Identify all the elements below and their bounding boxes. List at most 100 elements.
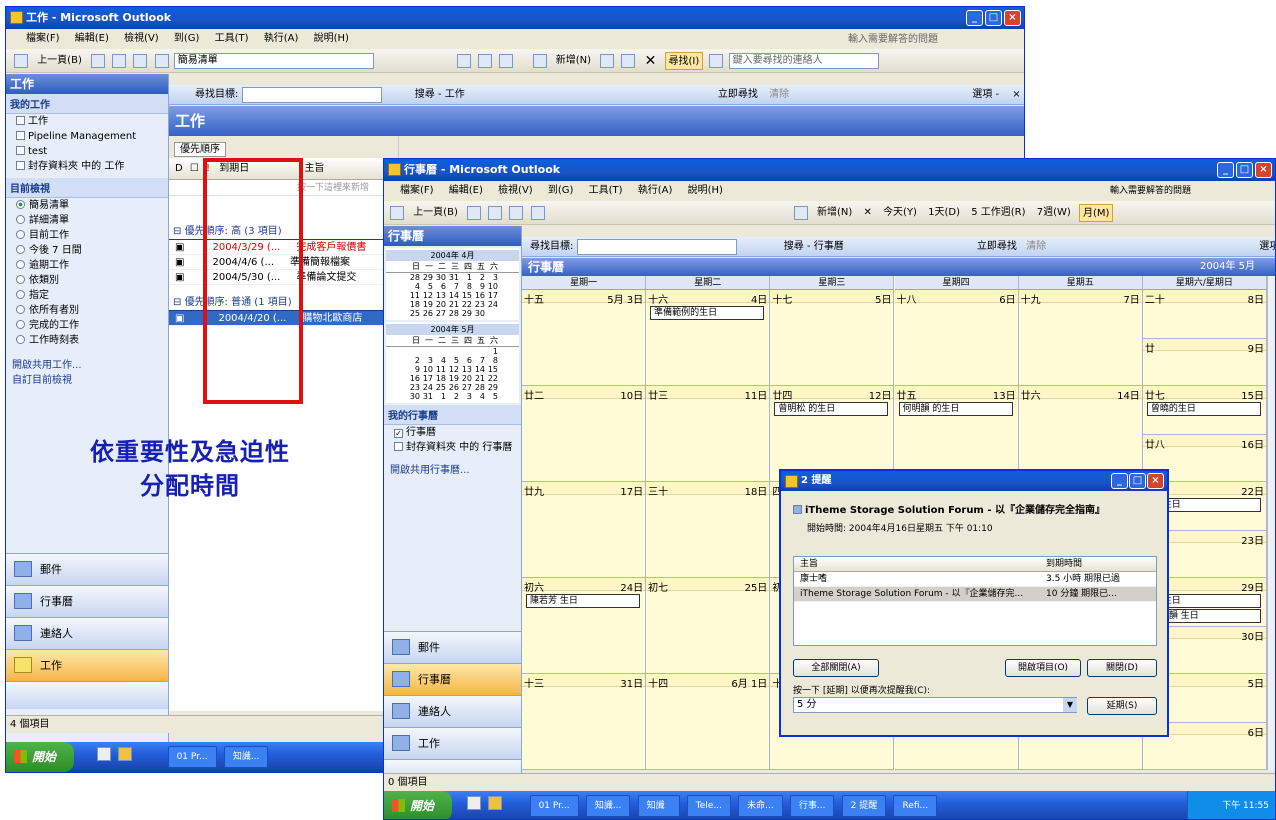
tasks-titlebar[interactable]: 工作 - Microsoft Outlook _ □ × bbox=[6, 7, 1024, 29]
find-input[interactable] bbox=[241, 87, 382, 103]
snooze-dropdown-arrow-icon[interactable]: ▼ bbox=[1063, 698, 1077, 712]
mini-cal-day[interactable]: 12 bbox=[446, 365, 459, 374]
mini-cal-day[interactable]: 10 bbox=[420, 365, 433, 374]
dialog-titlebar[interactable]: 2 提醒 _ □ × bbox=[781, 471, 1167, 491]
checkbox-checked-icon[interactable]: ✓ bbox=[394, 429, 403, 438]
move-icon[interactable] bbox=[621, 54, 636, 68]
search-in-dropdown[interactable]: 搜尋 - 行事曆 bbox=[784, 241, 844, 252]
menu-actions[interactable]: 執行(A) bbox=[632, 182, 679, 200]
mini-cal-day[interactable]: 20 bbox=[459, 374, 472, 383]
menu-file[interactable]: 檔案(F) bbox=[394, 182, 440, 200]
mini-cal-day[interactable]: 1 bbox=[459, 273, 472, 282]
start-button[interactable]: 開始 bbox=[6, 742, 75, 772]
find-contact-box[interactable]: 鍵入要尋找的連絡人 bbox=[728, 53, 879, 69]
nav-task-folder-archive[interactable]: 封存資料夾 中的 工作 bbox=[6, 159, 168, 174]
day-cell[interactable]: 十八 6日 bbox=[894, 290, 1019, 386]
mini-cal-day[interactable]: 21 bbox=[446, 300, 459, 309]
menu-go[interactable]: 到(G) bbox=[542, 182, 580, 200]
close-button[interactable]: × bbox=[1004, 10, 1021, 26]
menu-tools[interactable]: 工具(T) bbox=[209, 30, 255, 48]
mini-cal-day[interactable]: 6 bbox=[433, 282, 446, 291]
taskbar-button[interactable]: 01 Pr... bbox=[167, 746, 217, 768]
open-item-button[interactable]: 開啟項目(O) bbox=[1005, 659, 1081, 677]
mini-cal-day[interactable]: 5 bbox=[420, 282, 433, 291]
taskbar-button[interactable]: 知識 bbox=[637, 795, 680, 817]
col-due[interactable]: 到期時間 bbox=[1046, 557, 1082, 572]
refresh-icon[interactable] bbox=[390, 206, 404, 220]
mini-cal-day[interactable]: 7 bbox=[472, 356, 485, 365]
start-button[interactable]: 開始 bbox=[384, 791, 453, 819]
mini-cal-day[interactable]: 22 bbox=[485, 374, 498, 383]
view-option-overdue[interactable]: 逾期工作 bbox=[6, 258, 168, 273]
delete-icon[interactable]: ✕ bbox=[860, 204, 874, 222]
menu-help[interactable]: 說明(H) bbox=[682, 182, 729, 200]
mini-cal-day[interactable]: 28 bbox=[407, 273, 420, 282]
taskbar-button[interactable]: 未命... bbox=[738, 795, 783, 817]
view-option-timeline[interactable]: 工作時刻表 bbox=[6, 333, 168, 348]
mini-cal-day[interactable]: 24 bbox=[485, 300, 498, 309]
view-option-category[interactable]: 依類別 bbox=[6, 273, 168, 288]
mini-cal-day[interactable]: 3 bbox=[420, 356, 433, 365]
customize-view-link[interactable]: 自訂目前檢視 bbox=[6, 373, 168, 388]
print-icon-2[interactable] bbox=[600, 54, 615, 68]
folder-list-icon[interactable] bbox=[488, 206, 503, 220]
wunderbar-calendar[interactable]: 行事曆 bbox=[6, 585, 168, 617]
day-cell[interactable]: 初六 24日 bbox=[522, 578, 647, 674]
month-view-button[interactable]: 月(M) bbox=[1078, 204, 1114, 222]
day-cell[interactable]: 廿五 13日 bbox=[894, 386, 1019, 482]
calendar-item-main[interactable]: ✓ 行事曆 bbox=[384, 425, 521, 440]
mini-cal-day[interactable]: 28 bbox=[472, 383, 485, 392]
reminder-item-selected[interactable]: iTheme Storage Solution Forum - 以『企業儲存完.… bbox=[794, 587, 1156, 602]
mini-cal-day[interactable]: 7 bbox=[446, 282, 459, 291]
wunderbar-tasks[interactable]: 工作 bbox=[384, 727, 521, 759]
mini-cal-day[interactable]: 17 bbox=[420, 374, 433, 383]
undo-icon[interactable] bbox=[154, 54, 169, 68]
mini-cal-day[interactable]: 2 bbox=[472, 273, 485, 282]
mini-cal-day[interactable]: 3 bbox=[459, 392, 472, 401]
day-cell[interactable]: 十四 6月 1日 bbox=[646, 674, 771, 770]
mini-cal-day[interactable]: 19 bbox=[446, 374, 459, 383]
mini-cal-day[interactable]: 2 bbox=[407, 356, 420, 365]
address-book-icon[interactable] bbox=[709, 54, 724, 68]
mini-cal-day[interactable]: 27 bbox=[433, 309, 446, 318]
print-icon[interactable] bbox=[133, 54, 148, 68]
nav-task-folder-test[interactable]: test bbox=[6, 144, 168, 159]
close-find-icon[interactable]: × bbox=[1012, 89, 1020, 100]
print-icon[interactable] bbox=[509, 206, 524, 220]
quicklaunch-icon[interactable] bbox=[467, 796, 482, 810]
mini-cal-day[interactable]: 8 bbox=[459, 282, 472, 291]
mini-cal-day[interactable]: 14 bbox=[472, 365, 485, 374]
mini-cal-day[interactable]: 26 bbox=[446, 383, 459, 392]
day-cell[interactable]: 廿六 14日 bbox=[1018, 386, 1143, 482]
taskbar-button[interactable]: Refi... bbox=[893, 795, 938, 817]
calendar-event[interactable]: 曾明松 的生日 bbox=[774, 402, 889, 416]
snooze-button[interactable]: 延期(S) bbox=[1087, 697, 1157, 715]
assign-icon[interactable] bbox=[499, 54, 514, 68]
mini-cal-day[interactable]: 5 bbox=[485, 392, 498, 401]
menu-tools[interactable]: 工具(T) bbox=[583, 182, 629, 200]
mini-cal-day[interactable]: 2 bbox=[446, 392, 459, 401]
minimize-button[interactable]: _ bbox=[1217, 162, 1234, 178]
wunderbar-contacts[interactable]: 連絡人 bbox=[384, 695, 521, 727]
dismiss-all-button[interactable]: 全部關閉(A) bbox=[793, 659, 879, 677]
calendar-event[interactable]: 準備範例的生日 bbox=[650, 306, 765, 320]
help-question-box[interactable]: 輸入需要解答的問題 bbox=[1104, 182, 1197, 200]
view-option-active[interactable]: 目前工作 bbox=[6, 228, 168, 243]
mini-cal-day[interactable]: 28 bbox=[446, 309, 459, 318]
taskbar-button[interactable]: 知識... bbox=[585, 795, 631, 817]
calendar-event[interactable]: 曾曉的生日 bbox=[1146, 402, 1261, 416]
checkbox-icon[interactable] bbox=[394, 442, 403, 451]
wunderbar-mail[interactable]: 郵件 bbox=[6, 553, 168, 585]
calendar-item-archive[interactable]: 封存資料夾 中的 行事曆 bbox=[384, 440, 521, 455]
mini-cal-day[interactable]: 22 bbox=[459, 300, 472, 309]
find-input[interactable] bbox=[576, 239, 737, 255]
folder-up-icon[interactable] bbox=[467, 206, 482, 220]
view-option-owner[interactable]: 依所有者別 bbox=[6, 303, 168, 318]
reminder-item[interactable]: 康士嗜 3.5 小時 期限已過 bbox=[794, 572, 1156, 587]
menu-file[interactable]: 檔案(F) bbox=[20, 30, 66, 48]
mini-cal-day[interactable]: 16 bbox=[472, 291, 485, 300]
menu-edit[interactable]: 編輯(E) bbox=[69, 30, 115, 48]
mini-cal-day[interactable]: 13 bbox=[459, 365, 472, 374]
mini-cal-day[interactable]: 23 bbox=[472, 300, 485, 309]
mini-cal-day[interactable]: 4 bbox=[407, 282, 420, 291]
